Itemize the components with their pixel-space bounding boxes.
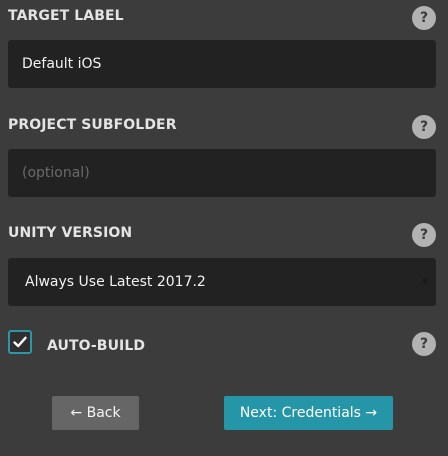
project-subfolder-heading: PROJECT SUBFOLDER [8, 117, 177, 133]
project-subfolder-input[interactable] [8, 149, 436, 197]
next-credentials-button[interactable]: Next: Credentials → [224, 396, 393, 430]
target-label-input[interactable] [8, 40, 436, 88]
target-label-field-container [8, 40, 436, 88]
unity-version-heading: UNITY VERSION [8, 225, 133, 241]
auto-build-label: AUTO-BUILD [47, 338, 146, 354]
auto-build-checkbox[interactable] [8, 330, 32, 354]
target-label-heading: TARGET LABEL [8, 8, 124, 24]
unity-version-help-icon[interactable]: ? [412, 223, 436, 247]
back-button[interactable]: ← Back [52, 396, 139, 430]
unity-version-select[interactable]: Always Use Latest 2017.2 [8, 258, 436, 306]
auto-build-help-icon[interactable]: ? [412, 332, 436, 356]
checkmark-icon [13, 336, 27, 348]
project-subfolder-help-icon[interactable]: ? [412, 115, 436, 139]
target-label-help-icon[interactable]: ? [412, 6, 436, 30]
project-subfolder-field-container [8, 149, 436, 197]
unity-version-selected-value: Always Use Latest 2017.2 [25, 274, 206, 290]
dropdown-arrow-icon [422, 279, 428, 285]
